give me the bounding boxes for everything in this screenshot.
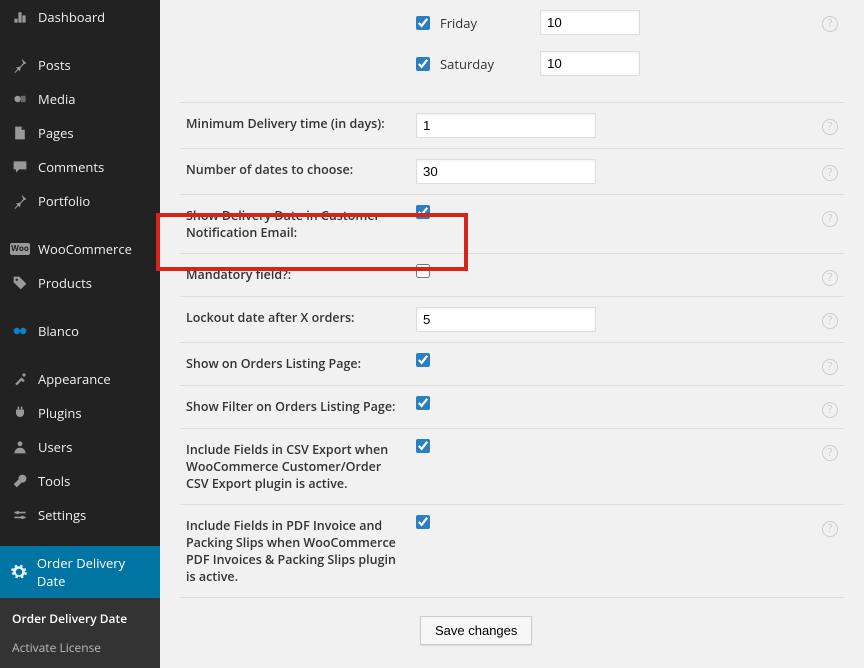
row-mandatory: Mandatory field?: ?	[180, 254, 844, 297]
menu-dashboard[interactable]: Dashboard	[0, 0, 160, 34]
row-show-email: Show Delivery Date in Customer Notificat…	[180, 195, 844, 254]
submenu-order-delivery-date[interactable]: Order Delivery Date	[0, 604, 160, 633]
menu-label: Blanco	[38, 322, 79, 340]
tools-icon	[10, 473, 30, 489]
label-show-filter: Show Filter on Orders Listing Page:	[180, 386, 410, 429]
submenu-activate-license[interactable]: Activate License	[0, 633, 160, 662]
row-csv-export: Include Fields in CSV Export when WooCom…	[180, 429, 844, 505]
input-min-delivery[interactable]	[416, 113, 596, 138]
help-icon[interactable]: ?	[822, 165, 838, 181]
settings-table: Friday Saturday ? Minimum Delivery time …	[180, 0, 844, 598]
menu-label: Tools	[38, 472, 70, 490]
menu-settings[interactable]: Settings	[0, 498, 160, 532]
menu-media[interactable]: Media	[0, 82, 160, 116]
checkbox-show-filter[interactable]	[416, 396, 430, 410]
menu-label: Media	[38, 90, 75, 108]
row-pdf-invoice: Include Fields in PDF Invoice and Packin…	[180, 505, 844, 598]
checkbox-pdf-invoice[interactable]	[416, 515, 430, 529]
save-area: Save changes	[420, 616, 844, 645]
menu-label: Plugins	[38, 404, 82, 422]
menu-label: Pages	[38, 124, 74, 142]
label-csv-export: Include Fields in CSV Export when WooCom…	[180, 429, 410, 505]
input-lockout[interactable]	[416, 307, 596, 332]
checkbox-saturday[interactable]	[416, 57, 430, 71]
appearance-icon	[10, 371, 30, 387]
settings-content: Friday Saturday ? Minimum Delivery time …	[160, 0, 864, 665]
menu-comments[interactable]: Comments	[0, 150, 160, 184]
gear-icon	[10, 564, 29, 580]
menu-tools[interactable]: Tools	[0, 464, 160, 498]
help-icon[interactable]: ?	[822, 270, 838, 286]
label-pdf-invoice: Include Fields in PDF Invoice and Packin…	[180, 505, 410, 598]
pages-icon	[10, 125, 30, 141]
menu-users[interactable]: Users	[0, 430, 160, 464]
label-friday: Friday	[440, 14, 540, 32]
label-num-dates: Number of dates to choose:	[180, 149, 410, 195]
input-friday[interactable]	[540, 10, 640, 35]
menu-label: Comments	[38, 158, 104, 176]
menu-label: Portfolio	[38, 192, 90, 210]
save-button[interactable]: Save changes	[420, 616, 532, 645]
menu-plugins[interactable]: Plugins	[0, 396, 160, 430]
settings-icon	[10, 507, 30, 523]
menu-label: Users	[38, 438, 72, 456]
menu-posts[interactable]: Posts	[0, 48, 160, 82]
menu-portfolio[interactable]: Portfolio	[0, 184, 160, 218]
help-icon[interactable]: ?	[822, 359, 838, 375]
help-icon[interactable]: ?	[822, 445, 838, 461]
menu-label: WooCommerce	[38, 240, 132, 258]
woocommerce-icon: Woo	[10, 243, 30, 255]
label-saturday: Saturday	[440, 55, 540, 73]
label-show-email: Show Delivery Date in Customer Notificat…	[180, 195, 410, 254]
label-lockout: Lockout date after X orders:	[180, 297, 410, 343]
row-lockout: Lockout date after X orders: ?	[180, 297, 844, 343]
products-icon	[10, 275, 30, 291]
label-mandatory: Mandatory field?:	[180, 254, 410, 297]
row-show-filter: Show Filter on Orders Listing Page: ?	[180, 386, 844, 429]
portfolio-icon	[10, 193, 30, 209]
pin-icon	[10, 57, 30, 73]
day-saturday: Saturday	[416, 51, 798, 76]
users-icon	[10, 439, 30, 455]
row-days: Friday Saturday ?	[180, 0, 844, 103]
dashboard-icon	[10, 9, 30, 25]
menu-label: Appearance	[38, 370, 111, 388]
label-min-delivery: Minimum Delivery time (in days):	[180, 103, 410, 149]
help-icon[interactable]: ?	[822, 211, 838, 227]
menu-label: Dashboard	[38, 8, 105, 26]
menu-label: Products	[38, 274, 92, 292]
media-icon	[10, 91, 30, 107]
help-icon[interactable]: ?	[822, 402, 838, 418]
input-saturday[interactable]	[540, 51, 640, 76]
help-icon[interactable]: ?	[822, 16, 838, 32]
menu-woocommerce[interactable]: Woo WooCommerce	[0, 232, 160, 266]
menu-label: Settings	[38, 506, 86, 524]
menu-order-delivery-date[interactable]: Order Delivery Date	[0, 546, 160, 598]
row-min-delivery: Minimum Delivery time (in days): ?	[180, 103, 844, 149]
menu-pages[interactable]: Pages	[0, 116, 160, 150]
admin-sidebar: Dashboard Posts Media Pages Comments Por…	[0, 0, 160, 655]
row-num-dates: Number of dates to choose: ?	[180, 149, 844, 195]
checkbox-friday[interactable]	[416, 16, 430, 30]
menu-appearance[interactable]: Appearance	[0, 362, 160, 396]
submenu: Order Delivery Date Activate License	[0, 598, 160, 668]
comments-icon	[10, 159, 30, 175]
label-show-listing: Show on Orders Listing Page:	[180, 343, 410, 386]
checkbox-mandatory[interactable]	[416, 264, 430, 278]
help-icon[interactable]: ?	[822, 313, 838, 329]
help-icon[interactable]: ?	[822, 119, 838, 135]
checkbox-show-listing[interactable]	[416, 353, 430, 367]
checkbox-show-email[interactable]	[416, 205, 430, 219]
row-show-listing: Show on Orders Listing Page: ?	[180, 343, 844, 386]
menu-label: Posts	[38, 56, 71, 74]
blanco-icon	[10, 323, 30, 339]
menu-products[interactable]: Products	[0, 266, 160, 300]
checkbox-csv-export[interactable]	[416, 439, 430, 453]
day-friday: Friday	[416, 10, 798, 35]
help-icon[interactable]: ?	[822, 521, 838, 537]
menu-label: Order Delivery Date	[37, 554, 150, 590]
menu-blanco[interactable]: Blanco	[0, 314, 160, 348]
input-num-dates[interactable]	[416, 159, 596, 184]
plugins-icon	[10, 405, 30, 421]
